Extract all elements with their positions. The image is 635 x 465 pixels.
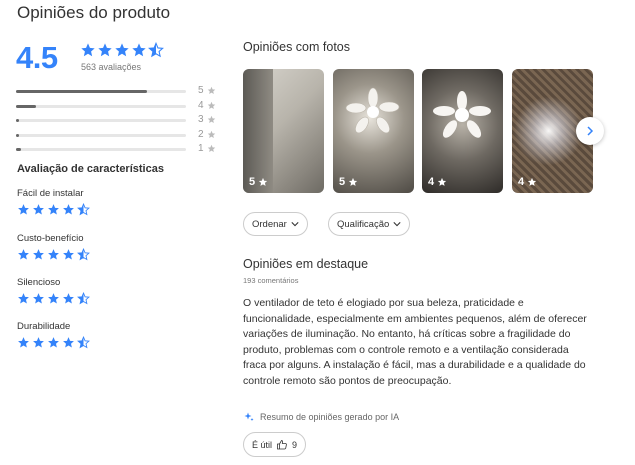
- rating-filter-dropdown[interactable]: Qualificação: [328, 212, 411, 236]
- star-icon: [48, 249, 59, 260]
- rating-distribution: 5 4 3 2 1: [16, 85, 221, 159]
- characteristic-stars: [17, 203, 90, 216]
- star-icon: [348, 177, 358, 186]
- sort-label: Ordenar: [252, 218, 287, 230]
- distribution-bar: [16, 104, 37, 108]
- star-icon: [115, 43, 129, 57]
- distribution-row: 2: [16, 128, 221, 145]
- photos-next-button[interactable]: [576, 117, 604, 145]
- star-icon: [132, 43, 146, 57]
- star-icon: [33, 249, 44, 260]
- half-star-icon: [77, 248, 90, 261]
- distribution-bar: [16, 119, 20, 122]
- review-photo[interactable]: 4: [422, 69, 503, 193]
- useful-count: 9: [292, 439, 298, 450]
- distribution-row: 1: [16, 143, 221, 159]
- sparkle-icon: [244, 412, 254, 421]
- chevron-down-icon: [291, 222, 299, 227]
- characteristic-item: Fácil de instalar: [17, 188, 90, 216]
- fan-image: [345, 87, 400, 134]
- photos-title: Opiniões com fotos: [243, 40, 350, 54]
- characteristic-stars: [17, 248, 90, 261]
- star-icon: [207, 101, 216, 109]
- distribution-label: 2: [198, 128, 204, 140]
- useful-label: É útil: [252, 439, 273, 450]
- star-icon: [18, 249, 29, 260]
- star-icon: [18, 293, 29, 304]
- photo-rating-badge: 5: [249, 176, 268, 188]
- star-icon: [48, 337, 59, 348]
- star-icon: [207, 86, 216, 94]
- characteristic-name: Durabilidade: [17, 321, 71, 332]
- star-icon: [63, 293, 74, 304]
- distribution-bar: [16, 133, 20, 137]
- half-star-icon: [148, 42, 164, 58]
- fan-image: [433, 91, 491, 138]
- ai-summary-label: Resumo de opiniões gerado por IA: [260, 412, 400, 422]
- half-star-icon: [77, 292, 90, 305]
- characteristic-name: Fácil de instalar: [17, 188, 84, 199]
- review-photo[interactable]: 5: [243, 69, 324, 193]
- review-photo[interactable]: 5: [333, 69, 414, 193]
- star-icon: [33, 337, 44, 348]
- photo-rating-badge: 4: [518, 176, 537, 188]
- distribution-label: 1: [198, 143, 204, 154]
- characteristic-item: Silencioso: [17, 277, 90, 305]
- distribution-bar: [16, 148, 22, 151]
- distribution-row: 4: [16, 99, 221, 116]
- useful-button[interactable]: É útil 9: [243, 432, 307, 457]
- rating-count: 563 avaliações: [81, 62, 142, 72]
- star-icon: [18, 337, 29, 348]
- distribution-bar: [16, 90, 147, 93]
- star-icon: [18, 204, 29, 215]
- distribution-label: 3: [198, 114, 204, 125]
- average-rating: 4.5: [16, 40, 58, 75]
- photo-rating-badge: 5: [339, 176, 358, 188]
- star-icon: [207, 130, 216, 138]
- characteristics-title: Avaliação de características: [17, 163, 164, 175]
- chevron-down-icon: [393, 222, 401, 227]
- star-icon: [63, 249, 74, 260]
- star-icon: [527, 177, 537, 186]
- characteristic-item: Custo-benefício: [17, 233, 90, 261]
- distribution-label: 5: [198, 85, 204, 96]
- star-icon: [437, 177, 447, 186]
- featured-title: Opiniões em destaque: [243, 257, 369, 271]
- characteristic-name: Custo-benefício: [17, 233, 84, 244]
- photo-rating-badge: 4: [428, 176, 447, 188]
- star-icon: [63, 337, 74, 348]
- distribution-row: 3: [16, 114, 221, 130]
- star-icon: [207, 144, 216, 152]
- rating-filter-label: Qualificação: [337, 218, 390, 230]
- star-icon: [33, 204, 44, 215]
- distribution-row: 5: [16, 85, 221, 101]
- star-icon: [207, 115, 216, 123]
- star-icon: [33, 293, 44, 304]
- page-title: Opiniões do produto: [17, 3, 171, 22]
- star-icon: [48, 204, 59, 215]
- characteristic-stars: [17, 292, 90, 305]
- star-icon: [258, 177, 268, 186]
- half-star-icon: [77, 336, 90, 349]
- sort-dropdown[interactable]: Ordenar: [243, 212, 308, 236]
- comments-count: 193 comentários: [243, 276, 299, 285]
- star-icon: [63, 204, 74, 215]
- characteristic-name: Silencioso: [17, 277, 61, 288]
- chevron-right-icon: [587, 126, 594, 136]
- ai-summary-note: Resumo de opiniões gerado por IA: [243, 411, 399, 423]
- distribution-label: 4: [198, 99, 204, 111]
- ai-summary-text: O ventilador de teto é elogiado por sua …: [243, 297, 587, 387]
- characteristic-item: Durabilidade: [17, 321, 90, 349]
- characteristic-stars: [17, 336, 90, 349]
- star-icon: [81, 43, 95, 57]
- average-stars: [80, 42, 164, 58]
- half-star-icon: [77, 203, 90, 216]
- star-icon: [98, 43, 112, 57]
- thumbs-up-icon: [277, 439, 287, 449]
- star-icon: [48, 293, 59, 304]
